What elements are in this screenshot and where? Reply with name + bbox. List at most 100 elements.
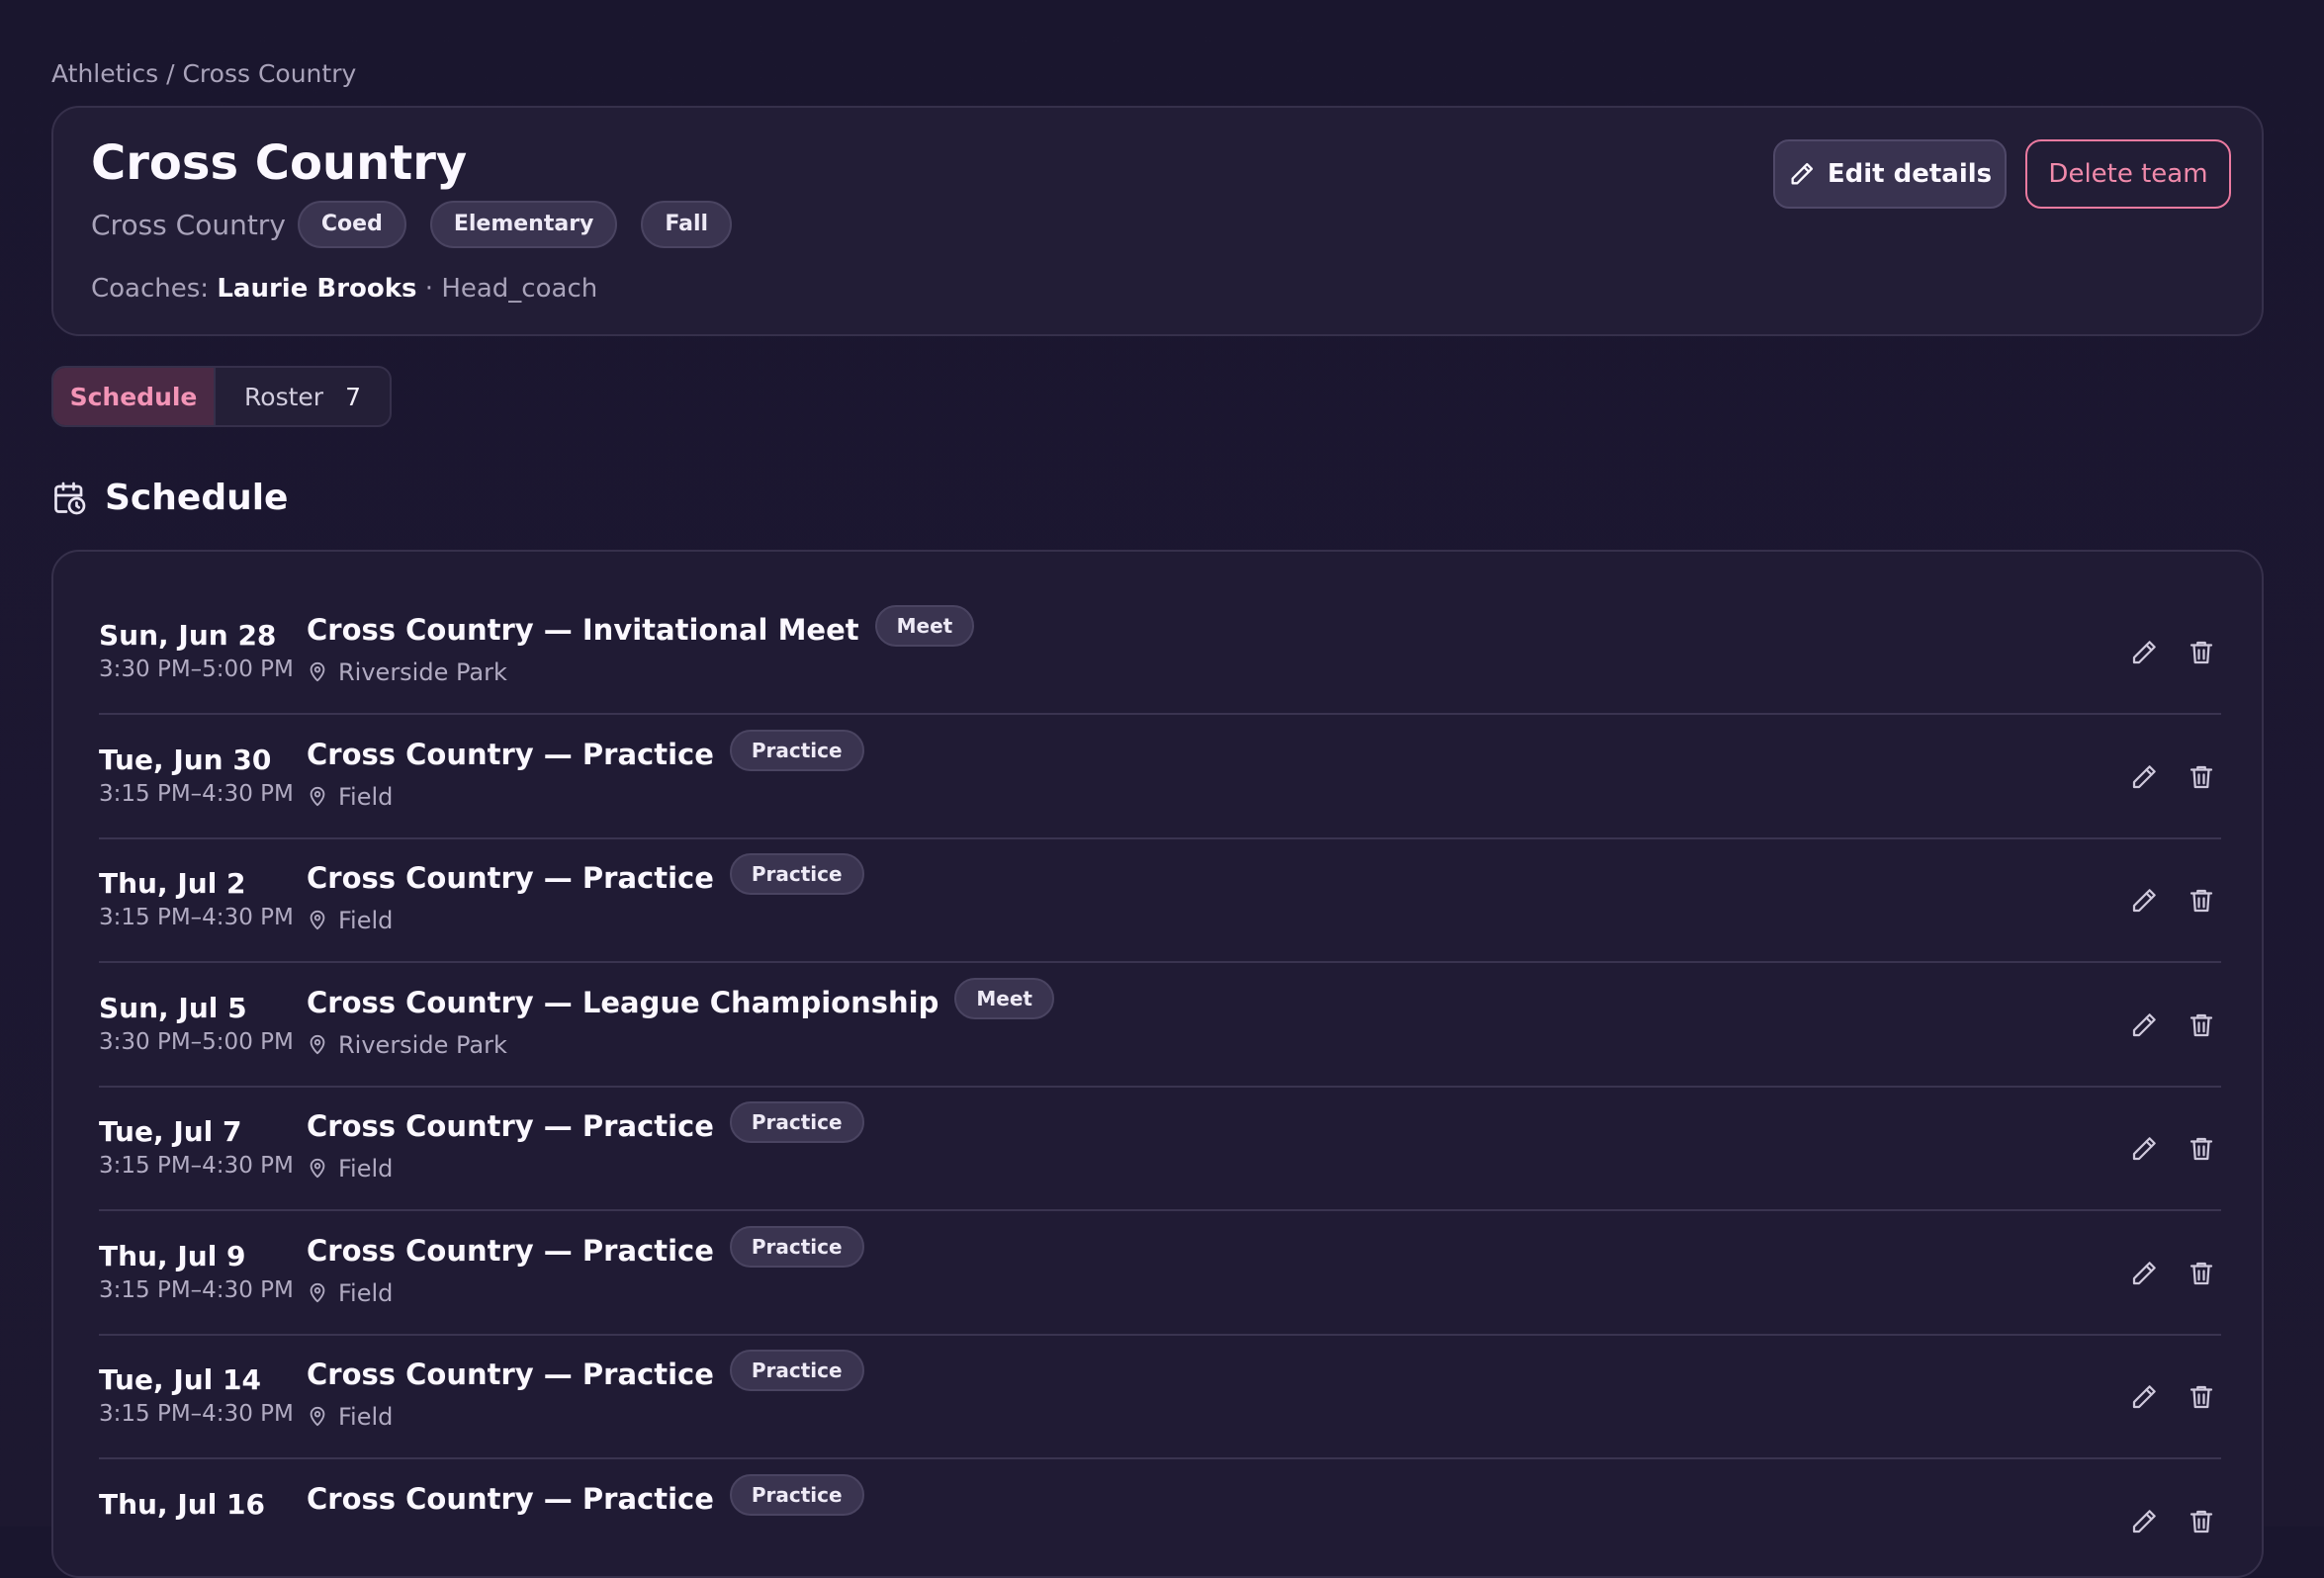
event-row[interactable]: Thu, Jul 16Cross Country — PracticePract…: [99, 1460, 2221, 1578]
event-row[interactable]: Tue, Jul 14 3:15 PM–4:30 PM Cross Country …: [99, 1336, 2221, 1459]
event-title-row: Cross Country — PracticePractice: [307, 1478, 864, 1520]
page-title: Cross Country: [91, 135, 467, 191]
tab-schedule[interactable]: Schedule: [53, 368, 216, 425]
event-time: 3:15 PM–4:30 PM: [99, 905, 294, 930]
event-location-text: Field: [338, 907, 393, 934]
breadcrumb[interactable]: Athletics / Cross Country: [51, 59, 356, 88]
map-pin-icon: [307, 910, 338, 931]
delete-event-button[interactable]: [2182, 1502, 2221, 1541]
tab-roster[interactable]: Roster 7: [216, 368, 390, 425]
event-title: Cross Country — Practice: [307, 1482, 714, 1516]
edit-event-button[interactable]: [2124, 633, 2164, 672]
event-date: Sun, Jul 5: [99, 992, 247, 1024]
event-date: Thu, Jul 9: [99, 1240, 246, 1272]
event-location: Field: [307, 907, 393, 934]
event-title-row: Cross Country — PracticePractice: [307, 857, 864, 899]
edit-event-button[interactable]: [2124, 1502, 2164, 1541]
map-pin-icon: [307, 1158, 338, 1180]
event-title: Cross Country — Invitational Meet: [307, 613, 859, 647]
edit-event-button[interactable]: [2124, 757, 2164, 797]
trash-icon: [2187, 762, 2216, 792]
schedule-title: Schedule: [105, 478, 288, 518]
delete-event-button[interactable]: [2182, 1129, 2221, 1169]
schedule-heading: Schedule: [51, 478, 288, 518]
coaches-row: Coaches: Laurie Brooks · Head_coach: [91, 274, 597, 304]
edit-event-button[interactable]: [2124, 1006, 2164, 1045]
event-date: Tue, Jun 30: [99, 744, 271, 776]
event-location-text: Riverside Park: [338, 658, 507, 686]
event-actions: [2106, 633, 2221, 672]
event-type-badge: Practice: [730, 730, 864, 771]
event-title-row: Cross Country — Invitational MeetMeet: [307, 609, 974, 651]
edit-event-button[interactable]: [2124, 1377, 2164, 1417]
sport-label: Cross Country: [91, 209, 286, 241]
event-row[interactable]: Tue, Jul 73:15 PM–4:30 PMCross Country —…: [99, 1088, 2221, 1211]
tab-roster-label: Roster: [244, 383, 323, 411]
delete-team-button[interactable]: Delete team: [2025, 139, 2231, 209]
event-time: 3:30 PM–5:00 PM: [99, 1029, 294, 1055]
map-pin-icon: [307, 786, 338, 808]
trash-icon: [2187, 1010, 2216, 1040]
delete-event-button[interactable]: [2182, 881, 2221, 920]
map-pin-icon: [307, 661, 338, 683]
event-row[interactable]: Thu, Jul 2 3:15 PM–4:30 PM Cross Country —…: [99, 839, 2221, 963]
event-title: Cross Country — Practice: [307, 738, 714, 771]
pencil-icon: [2129, 1382, 2159, 1412]
trash-icon: [2187, 638, 2216, 667]
delete-event-button[interactable]: [2182, 1377, 2221, 1417]
event-row[interactable]: Sun, Jun 283:30 PM–5:00 PMCross Country …: [99, 591, 2221, 715]
coach-name: Laurie Brooks: [217, 274, 416, 304]
tag-chip-level: Elementary: [430, 201, 618, 248]
pencil-icon: [2129, 886, 2159, 916]
trash-icon: [2187, 1382, 2216, 1412]
event-type-badge: Practice: [730, 853, 864, 895]
event-actions: [2106, 1377, 2221, 1417]
event-time: 3:15 PM–4:30 PM: [99, 781, 294, 807]
map-pin-icon: [307, 1282, 338, 1304]
event-time: 3:30 PM–5:00 PM: [99, 657, 294, 682]
trash-icon: [2187, 886, 2216, 916]
edit-details-button[interactable]: Edit details: [1773, 139, 2007, 209]
edit-event-button[interactable]: [2124, 1129, 2164, 1169]
event-location-text: Field: [338, 783, 393, 811]
event-type-badge: Practice: [730, 1101, 864, 1143]
event-actions: [2106, 1502, 2221, 1541]
event-type-badge: Practice: [730, 1226, 864, 1268]
event-title: Cross Country — League Championship: [307, 986, 939, 1019]
delete-event-button[interactable]: [2182, 1254, 2221, 1293]
pencil-icon: [2129, 762, 2159, 792]
event-title-row: Cross Country — PracticePractice: [307, 1354, 864, 1395]
tag-chip-season: Fall: [641, 201, 732, 248]
event-date: Tue, Jul 14: [99, 1363, 261, 1396]
event-location: Field: [307, 1279, 393, 1307]
delete-event-button[interactable]: [2182, 633, 2221, 672]
event-location-text: Riverside Park: [338, 1031, 507, 1059]
event-title: Cross Country — Practice: [307, 1234, 714, 1268]
event-time: 3:15 PM–4:30 PM: [99, 1401, 294, 1427]
event-row[interactable]: Sun, Jul 5 3:30 PM–5:00 PM Cross Country —…: [99, 964, 2221, 1088]
edit-event-button[interactable]: [2124, 1254, 2164, 1293]
delete-event-button[interactable]: [2182, 1006, 2221, 1045]
event-time: 3:15 PM–4:30 PM: [99, 1277, 294, 1303]
map-pin-icon: [307, 1034, 338, 1056]
event-title-row: Cross Country — League ChampionshipMeet: [307, 982, 1054, 1023]
event-row[interactable]: Tue, Jun 30 3:15 PM–4:30 PM Cross Country …: [99, 716, 2221, 839]
event-actions: [2106, 1006, 2221, 1045]
event-location: Field: [307, 1403, 393, 1431]
calendar-clock-icon: [51, 481, 87, 516]
event-actions: [2106, 1129, 2221, 1169]
event-row[interactable]: Thu, Jul 9 3:15 PM–4:30 PM Cross Country —…: [99, 1212, 2221, 1336]
event-title: Cross Country — Practice: [307, 1358, 714, 1391]
event-location: Field: [307, 783, 393, 811]
event-actions: [2106, 1254, 2221, 1293]
trash-icon: [2187, 1134, 2216, 1164]
edit-details-label: Edit details: [1828, 159, 1992, 189]
pencil-icon: [2129, 1010, 2159, 1040]
event-date: Tue, Jul 7: [99, 1115, 242, 1148]
event-type-badge: Practice: [730, 1474, 864, 1516]
coaches-label: Coaches:: [91, 274, 209, 304]
edit-event-button[interactable]: [2124, 881, 2164, 920]
event-date: Thu, Jul 2: [99, 867, 246, 900]
event-title: Cross Country — Practice: [307, 1109, 714, 1143]
delete-event-button[interactable]: [2182, 757, 2221, 797]
